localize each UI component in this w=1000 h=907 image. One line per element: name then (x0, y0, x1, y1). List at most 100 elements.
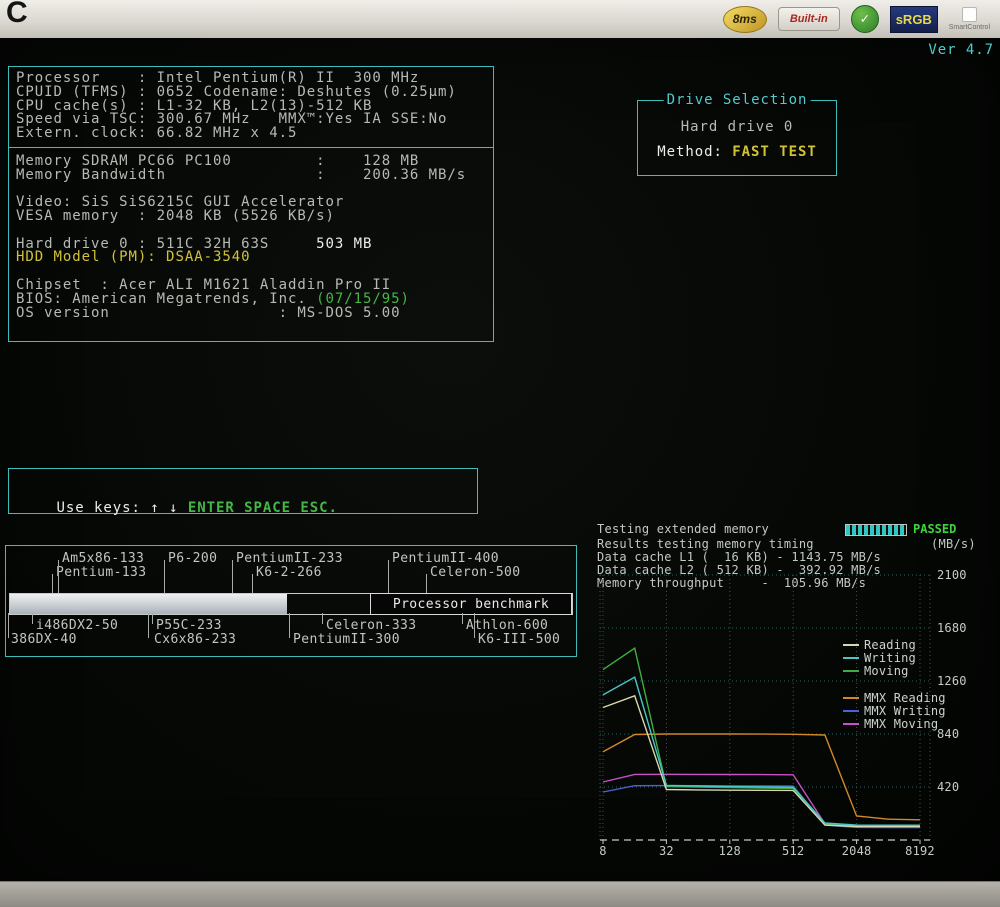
badge-built-in-label: Built-in (790, 13, 828, 25)
legend-label: MMX Reading (864, 691, 946, 705)
benchmark-label: P6-200 (168, 551, 217, 566)
drive-selection-panel: Drive Selection Hard drive 0 Method: FAS… (637, 100, 837, 176)
benchmark-label: Athlon-600 (466, 618, 548, 633)
benchmark-label: K6-III-500 (478, 632, 560, 647)
series-mmx-moving (603, 774, 920, 826)
benchmark-label: K6-2-266 (256, 565, 322, 580)
badge-8ms: 8ms (723, 6, 767, 33)
benchmark-connector (8, 613, 9, 638)
benchmark-bar: Processor benchmark (9, 593, 573, 615)
speedsys-benchmark-screen: C 8ms Built-in ✓ sRGB SmartControl Ver 4… (0, 0, 1000, 907)
y-axis-label: 1680 (937, 621, 967, 635)
x-axis-label: 8192 (904, 844, 936, 858)
x-axis-label: 8 (587, 844, 619, 858)
bezel-badges: 8ms Built-in ✓ sRGB SmartControl (723, 4, 990, 34)
drive-selection-title: Drive Selection (664, 92, 811, 108)
benchmark-connector (58, 560, 59, 593)
benchmark-connector (252, 574, 253, 593)
y-axis-label: 2100 (937, 568, 967, 582)
x-axis-label: 32 (650, 844, 682, 858)
smartcontrol-label: SmartControl (949, 24, 990, 31)
legend-line-icon (843, 697, 859, 699)
badge-srgb: sRGB (890, 6, 938, 33)
benchmark-connector (462, 613, 463, 624)
drive-item-hard-drive-0[interactable]: Hard drive 0 (638, 119, 836, 135)
legend-item: MMX Moving (843, 717, 938, 731)
sysinfo-line: OS version : MS-DOS 5.00 (16, 307, 486, 321)
benchmark-connector (474, 613, 475, 638)
monitor-bezel-top: C 8ms Built-in ✓ sRGB SmartControl (0, 0, 1000, 38)
legend-item: Writing (843, 651, 916, 665)
y-axis-label: 840 (937, 727, 959, 741)
monitor-bezel-bottom (0, 881, 1000, 907)
legend-label: Writing (864, 651, 916, 665)
x-axis-label: 128 (714, 844, 746, 858)
benchmark-connector (164, 560, 165, 593)
legend-line-icon (843, 723, 859, 725)
y-axis-unit: (MB/s) (931, 537, 976, 551)
bezel-mark: C (6, 0, 28, 30)
x-axis-label: 512 (777, 844, 809, 858)
status-passed: PASSED (913, 522, 956, 536)
memtest-results-title: Results testing memory timing (597, 537, 814, 551)
sysinfo-line: Extern. clock: 66.82 MHz x 4.5 (16, 127, 486, 141)
benchmark-title: Processor benchmark (370, 593, 572, 615)
sysinfo-line: Memory Bandwidth : 200.36 MB/s (16, 169, 486, 183)
benchmark-label: Am5x86-133 (62, 551, 144, 566)
benchmark-label: Celeron-333 (326, 618, 417, 633)
sysinfo-text: Memory Bandwidth : 200.36 MB/s (16, 167, 466, 183)
benchmark-label: Cx6x86-233 (154, 632, 236, 647)
keys-prefix: Use keys: (57, 500, 151, 516)
progress-bar (845, 524, 907, 536)
memtest-row: Data cache L1 ( 16 KB) - 1143.75 MB/s (597, 550, 881, 564)
system-info-panel: Processor : Intel Pentium(R) II 300 MHzC… (8, 66, 494, 342)
version-label: Ver 4.7 (928, 42, 994, 58)
legend-item: Reading (843, 638, 916, 652)
keys-commands: ENTER SPACE ESC. (188, 500, 338, 516)
y-axis-label: 1260 (937, 674, 967, 688)
benchmark-label: P55C-233 (156, 618, 222, 633)
legend-label: MMX Moving (864, 717, 938, 731)
benchmark-connector (32, 613, 33, 624)
benchmark-connector (426, 574, 427, 593)
benchmark-label: PentiumII-400 (392, 551, 499, 566)
cpu-benchmark-panel: Processor benchmark Am5x86-133 P6-200 Pent… (5, 545, 577, 657)
benchmark-connector (232, 560, 233, 593)
badge-srgb-label: sRGB (896, 12, 932, 27)
sysinfo-text: 503 MB (269, 236, 372, 252)
badge-built-in: Built-in (778, 7, 840, 31)
benchmark-connector (52, 574, 53, 593)
arrow-keys-icon: ↑ ↓ (150, 500, 188, 516)
eco-badge-icon: ✓ (851, 5, 879, 33)
legend-line-icon (843, 657, 859, 659)
badge-smartcontrol: SmartControl (949, 7, 990, 31)
legend-label: Moving (864, 664, 909, 678)
benchmark-label: PentiumII-233 (236, 551, 343, 566)
drive-method-line: Method: FAST TEST (638, 144, 836, 160)
keys-help-panel: Use keys: ↑ ↓ ENTER SPACE ESC. (8, 468, 478, 514)
legend-label: Reading (864, 638, 916, 652)
benchmark-connector (148, 613, 149, 638)
method-value[interactable]: FAST TEST (732, 144, 816, 160)
benchmark-connector (388, 560, 389, 593)
series-mmx-writing (603, 786, 920, 828)
legend-line-icon (843, 710, 859, 712)
legend-line-icon (843, 670, 859, 672)
system-info-lines: Processor : Intel Pentium(R) II 300 MHzC… (16, 72, 486, 320)
sysinfo-text: OS version : MS-DOS 5.00 (16, 305, 401, 321)
sysinfo-text: Extern. clock: 66.82 MHz x 4.5 (16, 125, 297, 141)
benchmark-label: PentiumII-300 (293, 632, 400, 647)
badge-8ms-label: 8ms (733, 12, 757, 26)
benchmark-connector (322, 613, 323, 624)
legend-item: MMX Reading (843, 691, 946, 705)
series-mmx-reading (603, 734, 920, 820)
legend-item: Moving (843, 664, 909, 678)
sysinfo-divider (16, 141, 486, 155)
y-axis-label: 420 (937, 780, 959, 794)
sysinfo-line: HDD Model (PM): DSAA-3540 (16, 251, 486, 265)
benchmark-label: Celeron-500 (430, 565, 521, 580)
legend-label: MMX Writing (864, 704, 946, 718)
benchmark-connector (152, 613, 153, 624)
sysinfo-text: HDD Model (PM): DSAA-3540 (16, 249, 250, 265)
benchmark-label: 386DX-40 (11, 632, 77, 647)
